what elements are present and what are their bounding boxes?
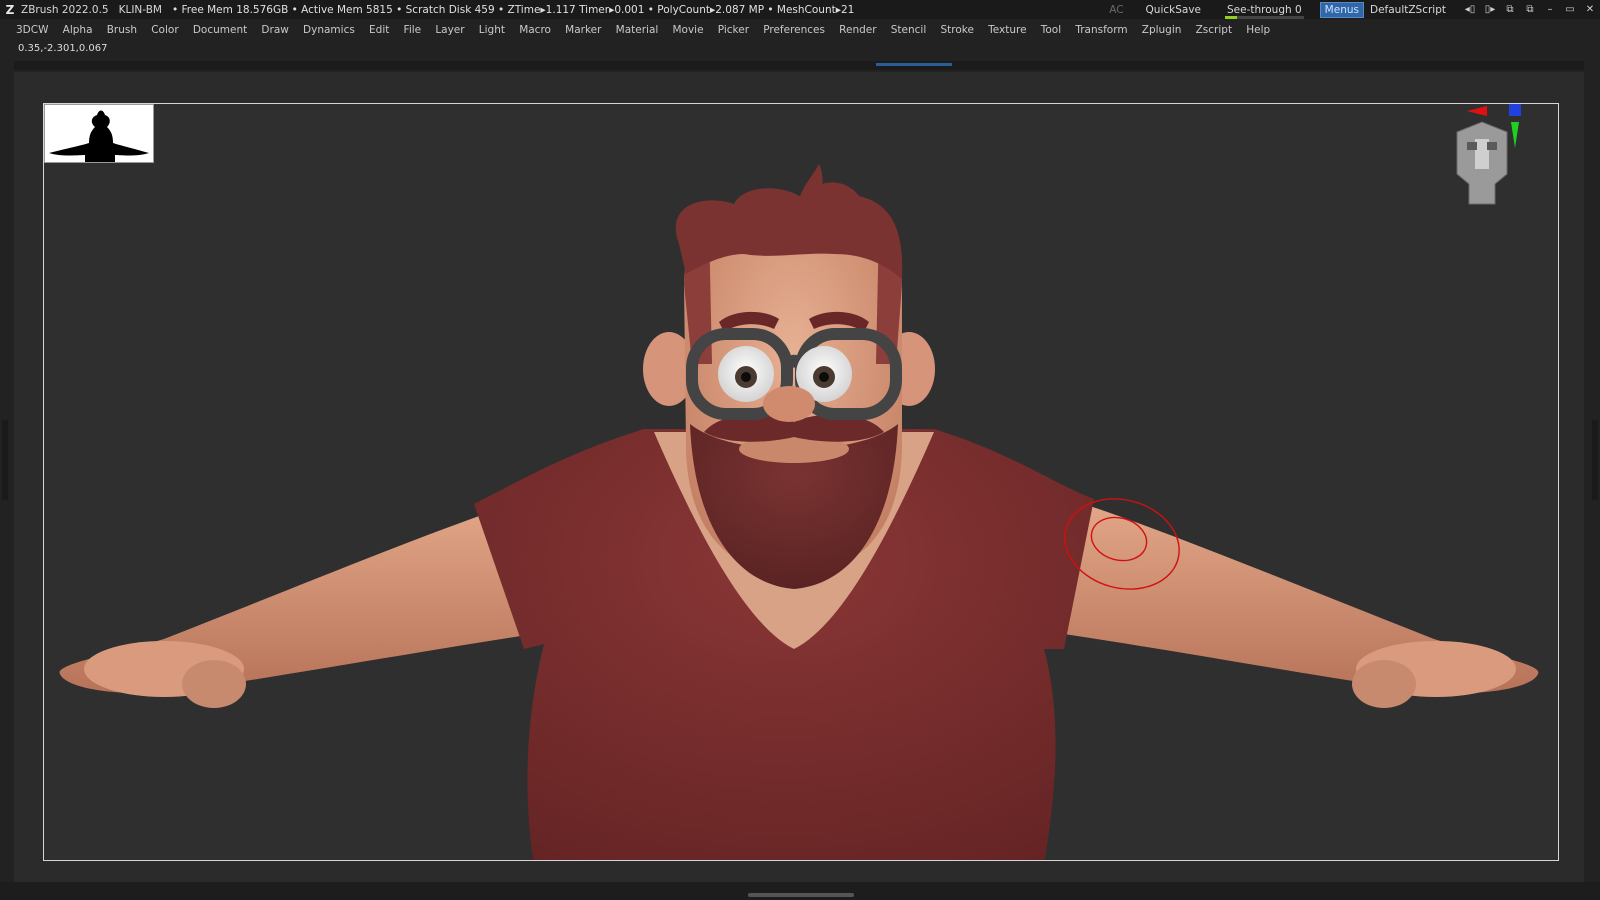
- see-through-slider[interactable]: See-through 0: [1223, 3, 1306, 19]
- navigation-head-icon[interactable]: [1437, 104, 1527, 214]
- bottom-shelf: [0, 882, 1600, 900]
- document-name: KLIN-BM: [118, 3, 162, 16]
- menu-item-texture[interactable]: Texture: [988, 24, 1026, 36]
- see-through-label: See-through 0: [1227, 3, 1302, 16]
- left-thumb: [182, 660, 246, 708]
- layout-right-icon[interactable]: ▯▸: [1480, 4, 1500, 15]
- restore-layout-icon[interactable]: ⧉: [1500, 4, 1520, 15]
- custom-menu-strip: [14, 61, 1584, 70]
- menu-item-brush[interactable]: Brush: [107, 24, 137, 36]
- menu-bar: 3DCW Alpha Brush Color Document Draw Dynamics E…: [0, 19, 1600, 41]
- active-tab-indicator: [876, 63, 952, 66]
- 3d-viewport[interactable]: [43, 103, 1559, 861]
- menu-item-zscript[interactable]: Zscript: [1196, 24, 1232, 36]
- menu-item-preferences[interactable]: Preferences: [763, 24, 825, 36]
- menu-item-alpha[interactable]: Alpha: [63, 24, 93, 36]
- title-bar: Z ZBrush 2022.0.5 KLIN-BM • Free Mem 18.…: [0, 0, 1600, 19]
- maximize-icon[interactable]: ▭: [1560, 4, 1580, 15]
- menu-item-marker[interactable]: Marker: [565, 24, 601, 36]
- close-icon[interactable]: ✕: [1580, 4, 1600, 15]
- cursor-coordinates: 0.35,-2.301,0.067: [18, 43, 108, 54]
- menu-item-stencil[interactable]: Stencil: [891, 24, 927, 36]
- zbrush-logo-icon[interactable]: Z: [3, 3, 17, 17]
- ac-button[interactable]: AC: [1109, 4, 1123, 16]
- menu-item-dynamics[interactable]: Dynamics: [303, 24, 355, 36]
- menu-item-stroke[interactable]: Stroke: [940, 24, 973, 36]
- default-zscript-button[interactable]: DefaultZScript: [1370, 4, 1446, 16]
- minimize-icon[interactable]: –: [1540, 4, 1560, 15]
- left-tray-toggle[interactable]: [2, 420, 8, 500]
- right-thumb: [1352, 660, 1416, 708]
- app-title: ZBrush 2022.0.5: [21, 3, 109, 16]
- memory-stats: • Free Mem 18.576GB • Active Mem 5815 • …: [171, 3, 855, 16]
- quicksave-button[interactable]: QuickSave: [1146, 4, 1201, 16]
- menu-item-draw[interactable]: Draw: [261, 24, 288, 36]
- menu-item-transform[interactable]: Transform: [1075, 24, 1127, 36]
- character-model: [59, 164, 1539, 860]
- menu-item-picker[interactable]: Picker: [718, 24, 749, 36]
- switch-layout-icon[interactable]: ⧉: [1520, 4, 1540, 15]
- menu-item-edit[interactable]: Edit: [369, 24, 389, 36]
- menu-item-movie[interactable]: Movie: [672, 24, 703, 36]
- menu-item-help[interactable]: Help: [1246, 24, 1270, 36]
- menus-toggle-button[interactable]: Menus: [1319, 1, 1364, 18]
- menu-item-material[interactable]: Material: [616, 24, 659, 36]
- menu-item-render[interactable]: Render: [839, 24, 876, 36]
- menu-item-document[interactable]: Document: [193, 24, 247, 36]
- menu-item-file[interactable]: File: [404, 24, 422, 36]
- menu-item-3dcw[interactable]: 3DCW: [16, 24, 48, 36]
- right-tray-toggle[interactable]: [1592, 420, 1598, 500]
- layout-left-icon[interactable]: ◂▯: [1460, 4, 1480, 15]
- menu-item-layer[interactable]: Layer: [435, 24, 464, 36]
- menu-item-light[interactable]: Light: [479, 24, 505, 36]
- menu-item-tool[interactable]: Tool: [1041, 24, 1061, 36]
- menu-item-macro[interactable]: Macro: [519, 24, 551, 36]
- menu-item-zplugin[interactable]: Zplugin: [1142, 24, 1182, 36]
- silhouette-thumbnail[interactable]: [44, 104, 154, 163]
- bottom-tray-toggle[interactable]: [748, 893, 854, 897]
- nose: [763, 386, 815, 422]
- menu-item-color[interactable]: Color: [151, 24, 178, 36]
- silhouette-image: [49, 110, 149, 162]
